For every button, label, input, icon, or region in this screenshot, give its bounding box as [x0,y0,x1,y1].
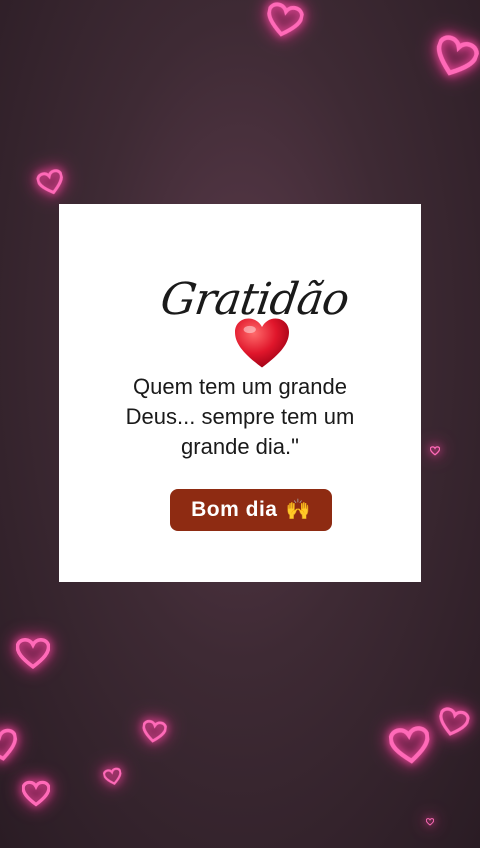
glowing-heart-icon [428,32,480,84]
glowing-heart-icon [35,167,67,199]
red-heart-icon [232,316,292,375]
glowing-heart-icon [140,718,168,745]
glowing-heart-icon [263,1,305,42]
title-area: Gratidão [59,264,421,374]
quote-text: Quem tem um grande Deus... sempre tem um… [125,374,355,459]
glowing-heart-icon [435,705,471,741]
glowing-heart-icon [388,724,432,768]
glowing-heart-icon [0,721,22,770]
raised-hands-icon: 🙌 [285,499,311,521]
glowing-heart-icon [16,638,50,670]
greeting-label: Bom dia [191,498,278,521]
glowing-heart-icon [22,780,50,808]
glowing-heart-icon [430,446,440,456]
greeting-card: Gratidão Quem tem um grande Deus... semp… [59,204,421,582]
bom-dia-button[interactable]: Bom dia 🙌 [170,489,332,531]
glowing-heart-icon [426,818,434,826]
glowing-heart-icon [102,766,123,787]
